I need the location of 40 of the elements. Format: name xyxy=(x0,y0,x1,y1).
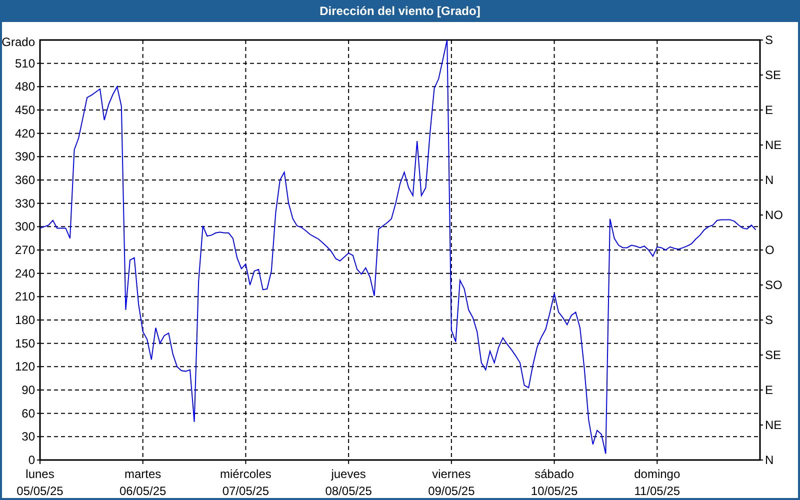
y-axis-label: 30 xyxy=(22,430,35,444)
y-axis-label: 180 xyxy=(14,313,35,327)
y-axis-label: 420 xyxy=(14,126,35,140)
y-axis-label: 120 xyxy=(14,360,35,374)
y-axis-label: 210 xyxy=(14,290,35,304)
compass-axis-label: NO xyxy=(765,208,783,222)
x-axis-label: domingo 11/05/25 xyxy=(634,466,680,500)
y-axis-label: 90 xyxy=(22,383,35,397)
y-axis-label: 300 xyxy=(14,220,35,234)
compass-axis-label: SE xyxy=(765,348,782,362)
y-axis-label: 360 xyxy=(14,173,35,187)
compass-axis-label: E xyxy=(765,383,774,397)
y-axis-label: 330 xyxy=(14,196,35,210)
x-axis-label: viernes 09/05/25 xyxy=(428,466,475,500)
x-axis-label: sábado 10/05/25 xyxy=(530,466,578,500)
x-axis-label: lunes 05/05/25 xyxy=(16,466,64,500)
compass-axis-label: SE xyxy=(765,68,782,82)
x-axis-label: martes 06/05/25 xyxy=(120,466,166,500)
y-axis-label: 450 xyxy=(14,103,35,117)
compass-axis-label: O xyxy=(765,243,774,257)
window-title: Dirección del viento [Grado] xyxy=(0,0,800,22)
compass-axis-label: N xyxy=(765,173,774,187)
y-axis-label: 0 xyxy=(28,453,35,467)
y-axis-label: 60 xyxy=(22,406,35,420)
y-axis-label: 150 xyxy=(14,336,35,350)
y-axis-label: 270 xyxy=(14,243,35,257)
compass-axis-label: N xyxy=(765,453,774,467)
y-axis-label: 240 xyxy=(14,266,35,280)
y-axis-label: 480 xyxy=(14,80,35,94)
y-axis-label: 510 xyxy=(14,56,35,70)
compass-axis-label: NE xyxy=(765,418,782,432)
y-axis-title: Grado xyxy=(2,35,35,49)
compass-axis-label: S xyxy=(765,33,774,47)
y-axis-label: 390 xyxy=(14,150,35,164)
compass-axis-label: NE xyxy=(765,138,782,152)
compass-axis-label: SO xyxy=(765,278,782,292)
x-axis-label: miércoles 07/05/25 xyxy=(220,466,272,500)
x-axis-label: jueves 08/05/25 xyxy=(325,466,372,500)
compass-axis-label: E xyxy=(765,103,774,117)
compass-axis-label: S xyxy=(765,313,774,327)
